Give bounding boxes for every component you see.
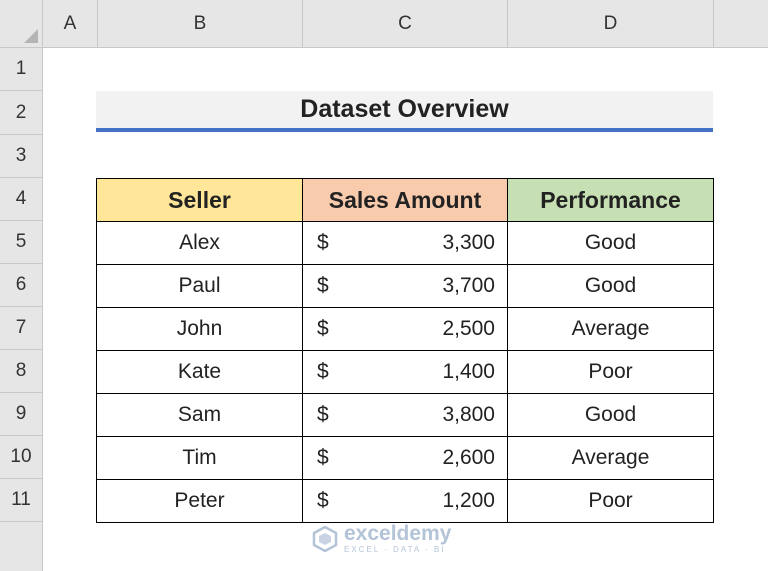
sales-table: Seller Sales Amount Performance Alex $3,…	[96, 178, 714, 523]
performance-cell[interactable]: Good	[507, 221, 714, 265]
performance-cell[interactable]: Good	[507, 264, 714, 308]
row-header-12[interactable]	[0, 522, 43, 571]
table-row: Alex $3,300 Good	[96, 221, 714, 265]
row-header-5[interactable]: 5	[0, 221, 43, 264]
table-row: Tim $2,600 Average	[96, 436, 714, 480]
seller-cell[interactable]: John	[96, 307, 303, 351]
dataset-title: Dataset Overview	[96, 91, 713, 132]
column-header-d[interactable]: D	[508, 0, 714, 48]
seller-cell[interactable]: Tim	[96, 436, 303, 480]
header-performance[interactable]: Performance	[507, 178, 714, 222]
seller-cell[interactable]: Kate	[96, 350, 303, 394]
column-header-c[interactable]: C	[303, 0, 508, 48]
header-seller[interactable]: Seller	[96, 178, 303, 222]
amount-cell[interactable]: $3,800	[302, 393, 508, 437]
table-row: Kate $1,400 Poor	[96, 350, 714, 394]
exceldemy-logo-icon	[312, 526, 338, 552]
amount-value: 3,300	[442, 231, 495, 254]
row-header-2[interactable]: 2	[0, 91, 43, 135]
amount-value: 2,600	[442, 446, 495, 469]
table-header-row: Seller Sales Amount Performance	[96, 178, 714, 222]
currency-symbol: $	[317, 403, 329, 426]
currency-symbol: $	[317, 231, 329, 254]
header-sales-amount[interactable]: Sales Amount	[302, 178, 508, 222]
performance-cell[interactable]: Average	[507, 307, 714, 351]
currency-symbol: $	[317, 360, 329, 383]
column-header-e[interactable]	[714, 0, 768, 48]
table-row: Sam $3,800 Good	[96, 393, 714, 437]
performance-cell[interactable]: Poor	[507, 479, 714, 523]
row-header-9[interactable]: 9	[0, 393, 43, 436]
amount-cell[interactable]: $2,500	[302, 307, 508, 351]
seller-cell[interactable]: Sam	[96, 393, 303, 437]
select-all-corner[interactable]	[0, 0, 43, 48]
performance-cell[interactable]: Good	[507, 393, 714, 437]
row-header-6[interactable]: 6	[0, 264, 43, 307]
seller-cell[interactable]: Peter	[96, 479, 303, 523]
row-header-11[interactable]: 11	[0, 479, 43, 522]
amount-cell[interactable]: $1,200	[302, 479, 508, 523]
column-header-a[interactable]: A	[43, 0, 98, 48]
amount-cell[interactable]: $2,600	[302, 436, 508, 480]
row-header-8[interactable]: 8	[0, 350, 43, 393]
amount-value: 3,700	[442, 274, 495, 297]
table-row: Paul $3,700 Good	[96, 264, 714, 308]
amount-cell[interactable]: $1,400	[302, 350, 508, 394]
exceldemy-watermark: exceldemy EXCEL · DATA · BI	[312, 522, 452, 554]
performance-cell[interactable]: Poor	[507, 350, 714, 394]
amount-value: 2,500	[442, 317, 495, 340]
currency-symbol: $	[317, 317, 329, 340]
seller-cell[interactable]: Alex	[96, 221, 303, 265]
column-header-b[interactable]: B	[98, 0, 303, 48]
currency-symbol: $	[317, 489, 329, 512]
amount-cell[interactable]: $3,700	[302, 264, 508, 308]
amount-value: 3,800	[442, 403, 495, 426]
amount-value: 1,400	[442, 360, 495, 383]
row-header-4[interactable]: 4	[0, 178, 43, 221]
row-header-7[interactable]: 7	[0, 307, 43, 350]
currency-symbol: $	[317, 274, 329, 297]
amount-cell[interactable]: $3,300	[302, 221, 508, 265]
row-header-3[interactable]: 3	[0, 135, 43, 178]
select-all-triangle-icon	[24, 29, 38, 43]
watermark-name: exceldemy	[344, 522, 452, 545]
seller-cell[interactable]: Paul	[96, 264, 303, 308]
watermark-tagline: EXCEL · DATA · BI	[344, 545, 446, 554]
performance-cell[interactable]: Average	[507, 436, 714, 480]
row-header-10[interactable]: 10	[0, 436, 43, 479]
amount-value: 1,200	[442, 489, 495, 512]
table-row: John $2,500 Average	[96, 307, 714, 351]
table-row: Peter $1,200 Poor	[96, 479, 714, 523]
row-header-1[interactable]: 1	[0, 48, 43, 91]
currency-symbol: $	[317, 446, 329, 469]
